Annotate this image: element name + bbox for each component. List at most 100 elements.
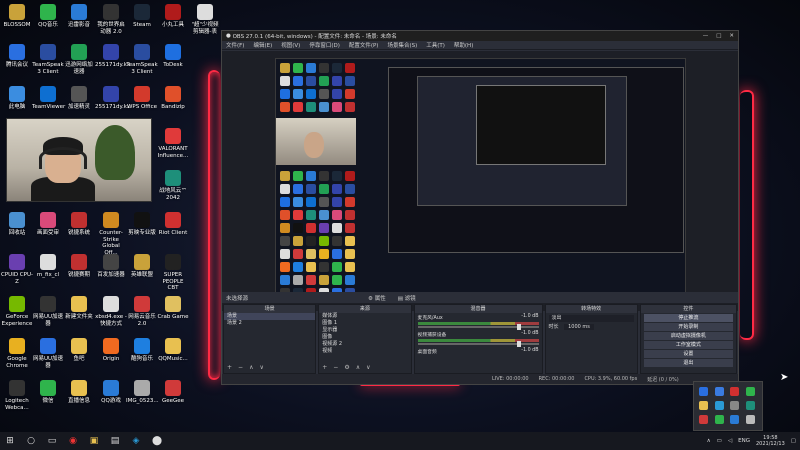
tray-app-icon[interactable] xyxy=(730,387,739,396)
tray-app-icon[interactable] xyxy=(699,415,708,424)
tray-app-icon[interactable] xyxy=(699,387,708,396)
tray-app-icon[interactable] xyxy=(714,387,724,396)
desktop-icon[interactable]: 英雄联盟 xyxy=(126,254,158,279)
source-item[interactable]: 视频源 2 xyxy=(319,341,410,348)
desktop-icon[interactable]: 网易云音乐2.0 xyxy=(126,296,158,327)
clock[interactable]: 19:58 2021/12/13 xyxy=(756,435,785,447)
source-item[interactable]: 视频 xyxy=(319,348,410,355)
source-item[interactable]: 图像 xyxy=(319,334,410,341)
desktop-icon[interactable]: GeeGee xyxy=(157,380,189,405)
tray-app-icon[interactable] xyxy=(730,415,739,424)
desktop-icon[interactable]: Riot Client xyxy=(157,212,189,237)
desktop-icon[interactable]: xbsd4.exe - 快捷方式 xyxy=(95,296,127,327)
desktop-icon[interactable]: 加速精灵 xyxy=(63,86,95,111)
preview-canvas[interactable] xyxy=(275,58,686,300)
desktop-icon[interactable]: 酷狗音乐 xyxy=(126,338,158,363)
menu-docks[interactable]: 停靠窗口(D) xyxy=(309,41,340,49)
desktop-icon[interactable]: 锐捷赛期 xyxy=(63,254,95,279)
desktop-icon[interactable]: QQMusic... xyxy=(157,338,189,363)
desktop-icon[interactable]: 直播信息 xyxy=(63,380,95,405)
notification-icon[interactable]: ▢ xyxy=(791,438,796,444)
desktop-icon[interactable]: 锐捷系统 xyxy=(63,212,95,237)
desktop-icon[interactable]: VALORANT Influence... xyxy=(157,128,189,159)
down-icon[interactable]: ∨ xyxy=(366,364,370,371)
desktop-icon[interactable]: WPS Office xyxy=(126,86,158,111)
desktop-icon[interactable]: 百发加速器 xyxy=(95,254,127,279)
tray-app-icon[interactable] xyxy=(714,401,724,410)
up-icon[interactable]: ∧ xyxy=(356,364,360,371)
add-icon[interactable]: + xyxy=(227,364,232,371)
obs-preview-area[interactable] xyxy=(222,51,738,311)
network-icon[interactable]: ▭ xyxy=(717,438,722,444)
stop-streaming-button[interactable]: 停止推流 xyxy=(643,314,733,322)
desktop-icon[interactable]: 战地风云™ 2042 xyxy=(157,170,189,201)
desktop-icon[interactable]: 腾讯会议 xyxy=(1,44,33,69)
desktop-icon[interactable]: Google Chrome xyxy=(1,338,33,369)
desktop-icon[interactable]: Crab Game xyxy=(157,296,189,321)
desktop-icon[interactable]: SUPER PEOPLE CBT xyxy=(157,254,189,292)
desktop-icon[interactable]: 255171dy.kx xyxy=(95,44,130,69)
desktop-icon[interactable]: Bandizip xyxy=(157,86,189,111)
fader-handle[interactable] xyxy=(516,341,521,347)
desktop-icon[interactable]: TeamSpeak 3 Client xyxy=(126,44,158,75)
menu-profile[interactable]: 配置文件(P) xyxy=(349,41,379,49)
store-icon[interactable]: ▤ xyxy=(109,435,121,447)
tray-app-icon[interactable] xyxy=(730,401,739,410)
volume-icon[interactable]: ◁ xyxy=(728,438,732,444)
desktop-icon[interactable]: 迅游网络加速器 xyxy=(63,44,95,75)
obs-title-bar[interactable]: ● OBS 27.0.1 (64-bit, windows) - 配置文件: 未… xyxy=(222,31,738,41)
duration-input[interactable]: 1000 ms xyxy=(564,324,594,330)
desktop-icon[interactable]: 画面受审 xyxy=(32,212,64,237)
desktop-icon[interactable]: GeForce Experience xyxy=(1,296,33,327)
remove-icon[interactable]: − xyxy=(238,364,243,371)
tray-app-icon[interactable] xyxy=(699,401,708,410)
virtual-camera-button[interactable]: 启动虚拟摄像机 xyxy=(643,332,733,340)
desktop-icon[interactable]: QQ游戏 xyxy=(95,380,127,405)
desktop-icon[interactable]: 此电脑 xyxy=(1,86,33,111)
desktop-icon[interactable]: ToDesk xyxy=(157,44,189,69)
volume-fader[interactable] xyxy=(417,324,539,330)
minimize-button[interactable]: — xyxy=(703,33,709,39)
studio-mode-button[interactable]: 工作室模式 xyxy=(643,341,733,349)
down-icon[interactable]: ∨ xyxy=(259,364,263,371)
desktop-icon[interactable]: BLOSSOM xyxy=(1,4,33,29)
desktop-icon[interactable]: 网易UU加速器 xyxy=(32,338,64,369)
volume-fader[interactable] xyxy=(417,341,539,347)
properties-button[interactable]: ⚙ 属性 xyxy=(368,294,386,302)
menu-tools[interactable]: 工具(T) xyxy=(426,41,445,49)
desktop-icon[interactable]: CPUID CPU-Z xyxy=(1,254,33,285)
start-recording-button[interactable]: 开始录制 xyxy=(643,323,733,331)
desktop-icon[interactable]: 新建文件夹 xyxy=(63,296,95,321)
add-icon[interactable]: + xyxy=(322,364,327,371)
desktop-icon[interactable]: 网易UU加速器 xyxy=(32,296,64,327)
scene-item[interactable]: 场景 2 xyxy=(224,320,315,327)
desktop-icon[interactable]: "超"少视频剪辑器-表 xyxy=(189,4,221,35)
desktop-icon[interactable]: m_fix_cl xyxy=(32,254,64,279)
tray-app-icon[interactable] xyxy=(745,415,755,424)
language-indicator[interactable]: ENG xyxy=(738,438,750,444)
desktop-icon[interactable]: QQ音乐 xyxy=(32,4,64,29)
desktop-icon[interactable]: IMG_0523... xyxy=(126,380,159,405)
desktop-icon[interactable]: 小丸工具 xyxy=(157,4,189,29)
gear-icon[interactable]: ⚙ xyxy=(344,364,349,371)
desktop-icon[interactable]: Logitech Webca... xyxy=(1,380,33,411)
desktop-icon[interactable]: TeamSpeak 3 Client xyxy=(32,44,64,75)
source-item[interactable]: 显示器 xyxy=(319,327,410,334)
source-item[interactable]: 媒体源 xyxy=(319,313,410,320)
exit-button[interactable]: 退出 xyxy=(643,359,733,367)
filters-button[interactable]: ▤ 滤镜 xyxy=(398,294,416,302)
search-icon[interactable]: ○ xyxy=(25,435,37,447)
desktop-icon[interactable]: 回收站 xyxy=(1,212,33,237)
tray-app-icon[interactable] xyxy=(714,415,724,424)
fader-handle[interactable] xyxy=(516,324,521,330)
tray-chevron-icon[interactable]: ∧ xyxy=(707,438,711,444)
desktop-icon[interactable]: TeamViewer xyxy=(32,86,65,111)
close-button[interactable]: ✕ xyxy=(729,33,734,39)
menu-view[interactable]: 视图(V) xyxy=(281,41,300,49)
netease-icon[interactable]: ◉ xyxy=(67,435,79,447)
tray-app-icon[interactable] xyxy=(745,387,755,396)
menu-file[interactable]: 文件(F) xyxy=(226,41,244,49)
up-icon[interactable]: ∧ xyxy=(249,364,253,371)
obs-window[interactable]: ● OBS 27.0.1 (64-bit, windows) - 配置文件: 未… xyxy=(221,30,739,385)
edge-icon[interactable]: ◈ xyxy=(130,435,142,447)
